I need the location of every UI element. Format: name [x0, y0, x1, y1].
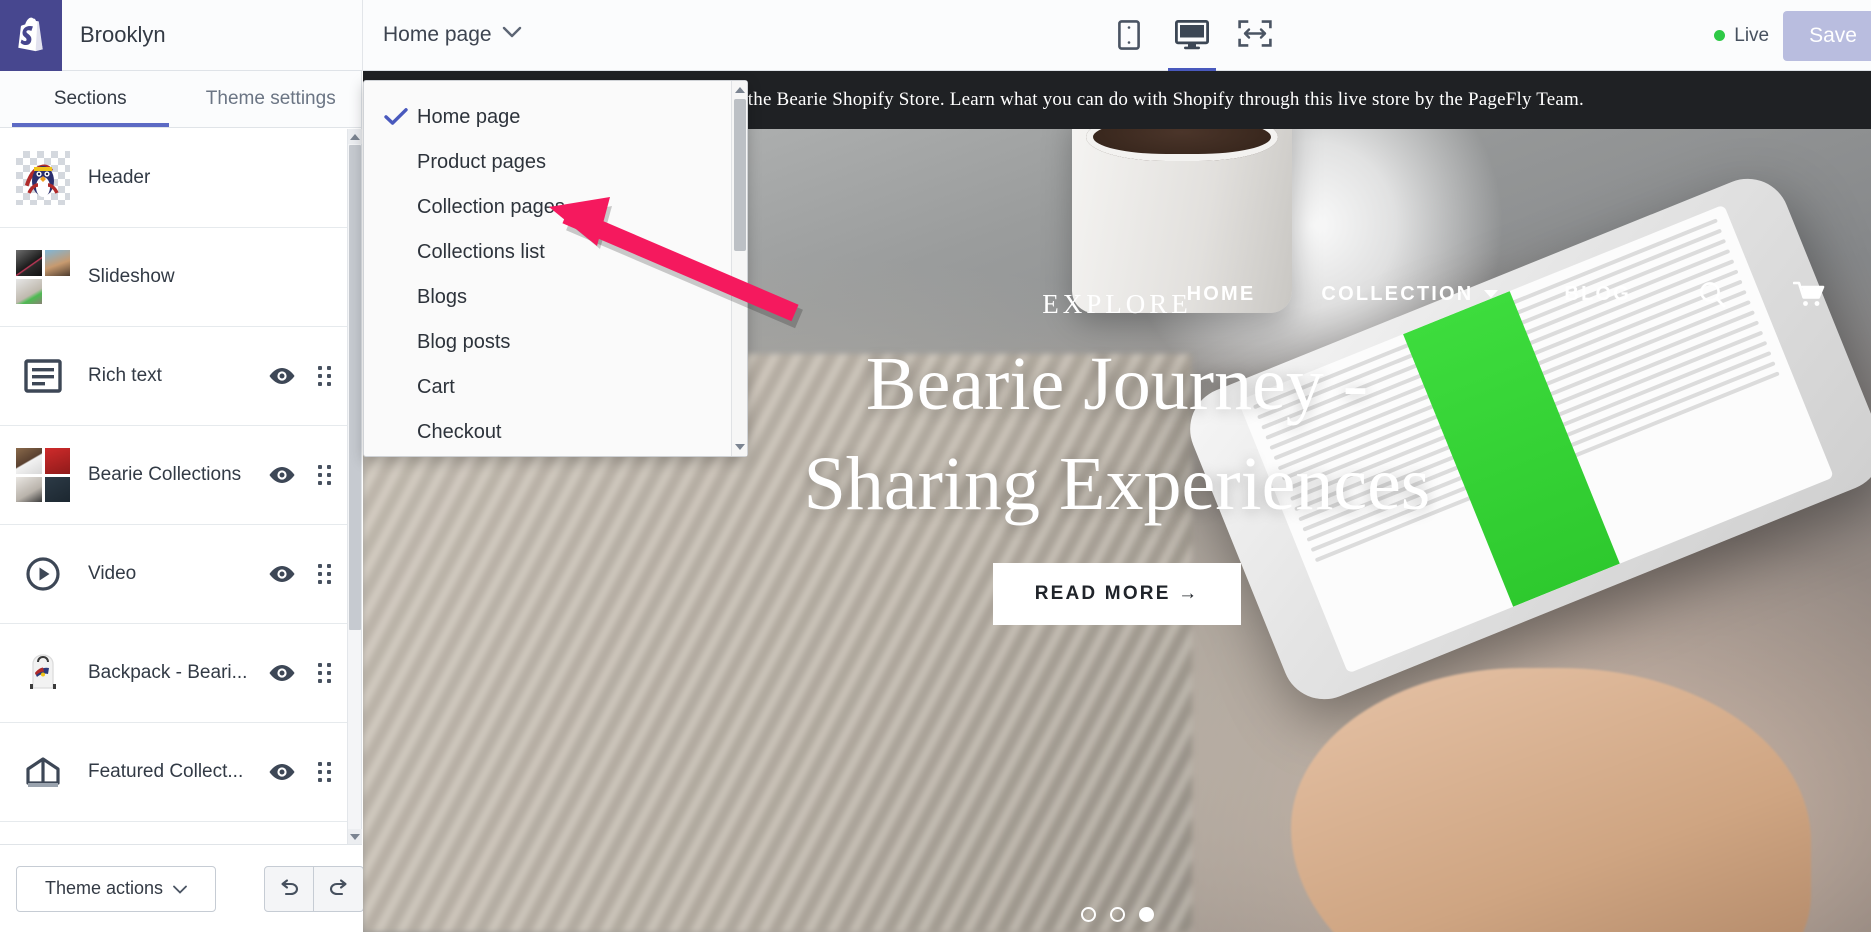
sidebar-tabs: Sections Theme settings — [0, 71, 361, 128]
dropdown-item-cart[interactable]: Cart — [365, 365, 731, 410]
section-label: Video — [88, 563, 137, 584]
section-row-featured-collection[interactable]: Featured Collect... — [0, 723, 348, 822]
dropdown-item-checkout[interactable]: Checkout — [365, 410, 731, 455]
page-selector-dropdown: Home page Product pages Collection pages… — [363, 80, 748, 457]
drag-handle-icon[interactable] — [302, 564, 348, 584]
triangle-up-icon[interactable] — [732, 82, 748, 98]
dropdown-scroll-thumb[interactable] — [734, 99, 746, 251]
theme-actions-label: Theme actions — [44, 878, 164, 898]
collections-quad-thumb — [16, 448, 70, 502]
slider-dots — [363, 907, 1871, 922]
dropdown-item-label: Blogs — [417, 286, 468, 308]
section-label: Header — [88, 167, 151, 188]
scroll-down-arrow-icon[interactable] — [348, 829, 362, 844]
dropdown-scrollbar[interactable] — [731, 81, 747, 456]
section-label: Featured Collect... — [88, 761, 244, 782]
triangle-down-icon[interactable] — [732, 439, 748, 455]
nav-link-home[interactable]: HOME — [1187, 283, 1256, 306]
nav-link-collection-label: COLLECTION — [1321, 282, 1474, 305]
dropdown-item-label: Checkout — [417, 421, 502, 443]
section-row-rich-text[interactable]: Rich text — [0, 327, 348, 426]
section-row-video[interactable]: Video — [0, 525, 348, 624]
sidebar-scroll-thumb[interactable] — [349, 145, 361, 630]
slider-dot-2[interactable] — [1109, 907, 1125, 922]
dropdown-item-label: Home page — [417, 106, 521, 128]
sections-list: Header Slideshow Rich text Bearie Collec… — [0, 129, 348, 844]
dropdown-item-label: Blog posts — [417, 331, 511, 353]
drag-handle-icon[interactable] — [302, 465, 348, 485]
status-badge: Live — [1714, 25, 1769, 47]
theme-actions-button[interactable]: Theme actions — [16, 865, 216, 912]
page-selector-button[interactable]: Home page — [363, 23, 522, 47]
status-dot-icon — [1714, 30, 1726, 41]
section-row-backpack[interactable]: Backpack - Beari... — [0, 624, 348, 723]
caret-down-icon — [173, 878, 187, 899]
section-label: Backpack - Beari... — [88, 662, 248, 683]
section-row-header[interactable]: Header — [0, 129, 348, 228]
sidebar-scrollbar[interactable] — [347, 129, 362, 844]
sidebar: Sections Theme settings Header Slideshow… — [0, 71, 364, 932]
visibility-eye-icon[interactable] — [262, 564, 302, 584]
backpack-thumb — [16, 646, 70, 700]
visibility-eye-icon[interactable] — [262, 366, 302, 386]
slider-dot-3[interactable] — [1138, 907, 1154, 922]
visibility-eye-icon[interactable] — [262, 762, 302, 782]
save-button[interactable]: Save — [1783, 10, 1871, 61]
device-button-desktop[interactable] — [1168, 10, 1216, 71]
drag-handle-icon[interactable] — [302, 762, 348, 782]
device-button-mobile[interactable] — [1109, 10, 1149, 62]
dropdown-item-label: Product pages — [417, 151, 546, 173]
dropdown-item-blogs[interactable]: Blogs — [365, 275, 731, 320]
device-button-full-width[interactable] — [1235, 10, 1275, 62]
section-label: Rich text — [88, 365, 162, 386]
tab-theme-settings[interactable]: Theme settings — [181, 71, 362, 127]
undo-arrow-icon[interactable] — [264, 865, 314, 912]
page-selector-label: Home page — [383, 23, 492, 46]
shopify-bag-icon[interactable] — [0, 0, 62, 71]
chevron-down-icon — [502, 26, 522, 44]
dropdown-item-collections-list[interactable]: Collections list — [365, 230, 731, 275]
rich-text-icon — [16, 349, 70, 403]
dropdown-item-label: Cart — [417, 376, 455, 398]
nav-link-collection[interactable]: COLLECTION — [1321, 282, 1499, 306]
slider-dot-1[interactable] — [1080, 907, 1096, 922]
scroll-up-arrow-icon[interactable] — [348, 129, 362, 144]
drag-handle-icon[interactable] — [302, 366, 348, 386]
visibility-eye-icon[interactable] — [262, 663, 302, 683]
topbar-right-group: Live Save — [1714, 0, 1871, 71]
caret-down-icon — [1484, 290, 1499, 298]
shop-name: Brooklyn — [80, 22, 166, 47]
penguin-logo-thumb — [16, 151, 70, 205]
checkmark-icon — [384, 104, 408, 131]
undo-redo-group — [264, 865, 364, 912]
status-label: Live — [1734, 24, 1770, 46]
redo-arrow-icon[interactable] — [314, 865, 364, 912]
dropdown-item-blog-posts[interactable]: Blog posts — [365, 320, 731, 365]
shopping-cart-icon[interactable] — [1793, 280, 1827, 308]
theme-editor-root: Brooklyn Home page Live Save Sections Th… — [0, 0, 1871, 932]
dropdown-item-label: Collections list — [417, 241, 545, 263]
dropdown-item-product-pages[interactable]: Product pages — [365, 140, 731, 185]
drag-handle-icon[interactable] — [302, 663, 348, 683]
read-more-button[interactable]: READ MORE → — [992, 562, 1242, 625]
nav-link-blog[interactable]: BLOG — [1564, 283, 1631, 306]
section-row-bearie-collections[interactable]: Bearie Collections — [0, 426, 348, 525]
device-preview-switcher — [1109, 0, 1275, 71]
tab-sections[interactable]: Sections — [0, 71, 181, 127]
section-label: Bearie Collections — [88, 464, 242, 485]
section-label: Slideshow — [88, 266, 175, 287]
dropdown-item-label: Collection pages — [417, 196, 565, 218]
slideshow-quad-thumb — [16, 250, 70, 304]
search-icon[interactable] — [1697, 279, 1727, 309]
dropdown-item-collection-pages[interactable]: Collection pages — [365, 185, 731, 230]
section-row-slideshow[interactable]: Slideshow — [0, 228, 348, 327]
visibility-eye-icon[interactable] — [262, 465, 302, 485]
page-selector-dropdown-list: Home page Product pages Collection pages… — [365, 82, 731, 455]
featured-collection-icon — [16, 745, 70, 799]
dropdown-item-home-page[interactable]: Home page — [365, 95, 731, 140]
top-toolbar: Brooklyn Home page Live Save — [0, 0, 1871, 71]
sidebar-footer: Theme actions — [0, 844, 364, 932]
video-play-icon — [16, 547, 70, 601]
